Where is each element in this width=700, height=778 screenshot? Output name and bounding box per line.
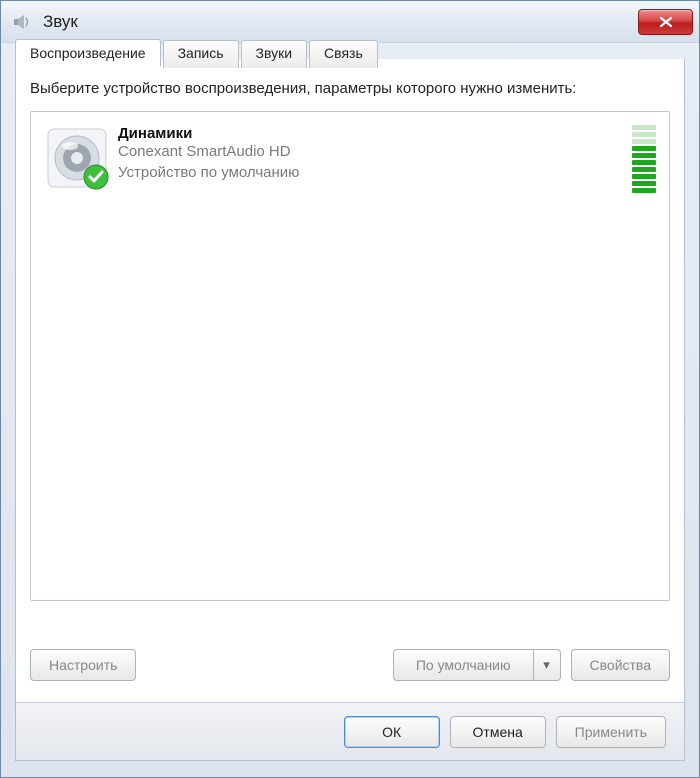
ok-button[interactable]: ОК [344,716,440,748]
dialog-footer: ОК Отмена Применить [16,702,684,760]
device-status: Устройство по умолчанию [118,163,624,183]
sound-dialog: Звук Воспроизведение Запись Звуки Связь … [0,0,700,778]
level-meter [632,125,656,193]
properties-button[interactable]: Свойства [571,649,670,681]
tab-recording[interactable]: Запись [163,40,239,68]
sound-icon [11,11,33,33]
device-list[interactable]: Динамики Conexant SmartAudio HD Устройст… [30,111,670,601]
titlebar[interactable]: Звук [1,1,699,43]
tab-sounds[interactable]: Звуки [241,40,308,68]
tab-communications[interactable]: Связь [309,40,378,68]
set-default-button[interactable]: По умолчанию [393,649,533,681]
tab-playback[interactable]: Воспроизведение [15,39,161,67]
speaker-icon [42,123,118,196]
device-driver: Conexant SmartAudio HD [118,142,624,162]
device-item[interactable]: Динамики Conexant SmartAudio HD Устройст… [35,116,665,203]
set-default-dropdown[interactable]: ▾ [533,649,561,681]
tab-strip: Воспроизведение Запись Звуки Связь [15,39,380,67]
configure-button[interactable]: Настроить [30,649,136,681]
chevron-down-icon: ▾ [543,657,550,673]
set-default-split-button[interactable]: По умолчанию ▾ [393,649,561,681]
apply-button[interactable]: Применить [556,716,666,748]
device-text: Динамики Conexant SmartAudio HD Устройст… [118,123,624,183]
dialog-body: Выберите устройство воспроизведения, пар… [15,59,685,761]
device-actions: Настроить По умолчанию ▾ Свойства [30,648,670,682]
close-icon [659,16,673,28]
window-title: Звук [43,12,638,32]
close-button[interactable] [638,9,693,35]
device-name: Динамики [118,125,624,142]
tab-content: Выберите устройство воспроизведения, пар… [30,79,670,634]
instruction-text: Выберите устройство воспроизведения, пар… [30,79,670,99]
cancel-button[interactable]: Отмена [450,716,546,748]
